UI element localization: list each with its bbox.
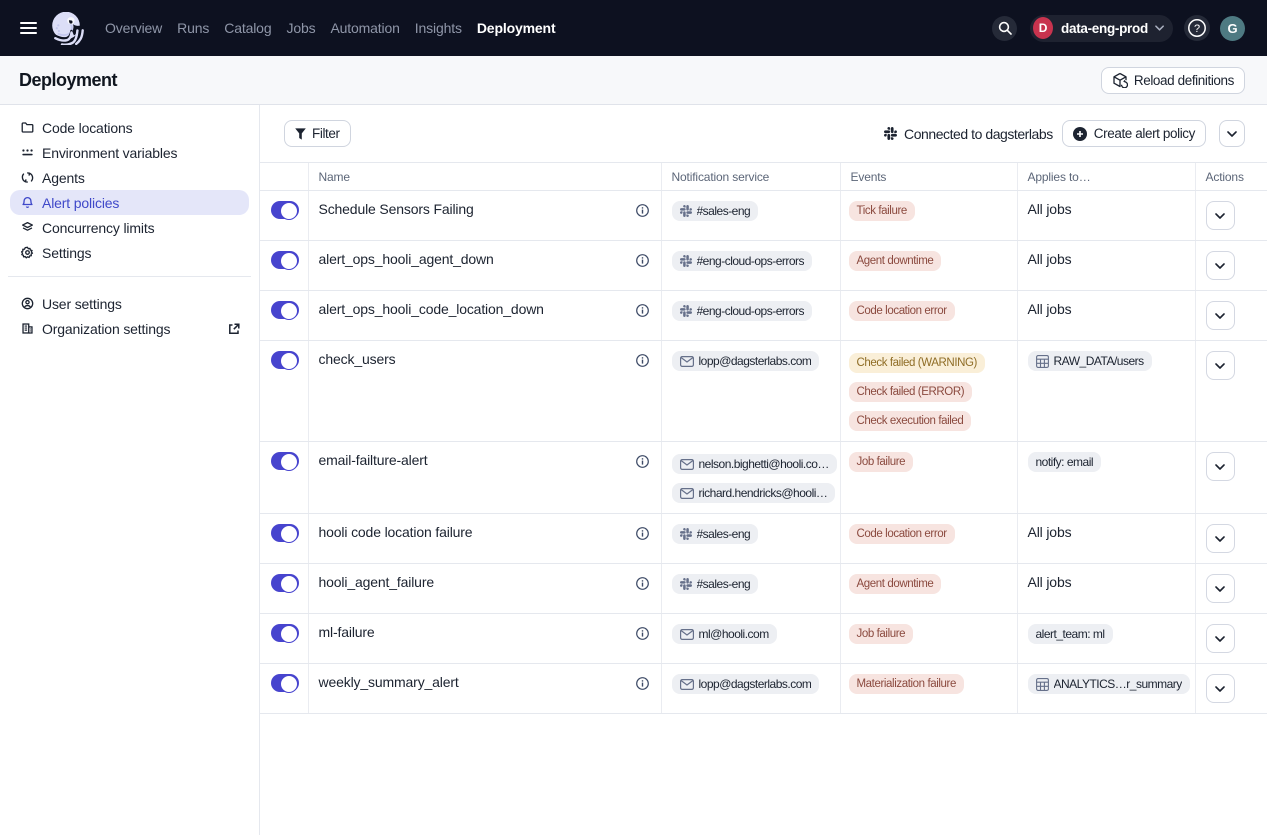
svg-text:?: ? (1194, 23, 1200, 35)
